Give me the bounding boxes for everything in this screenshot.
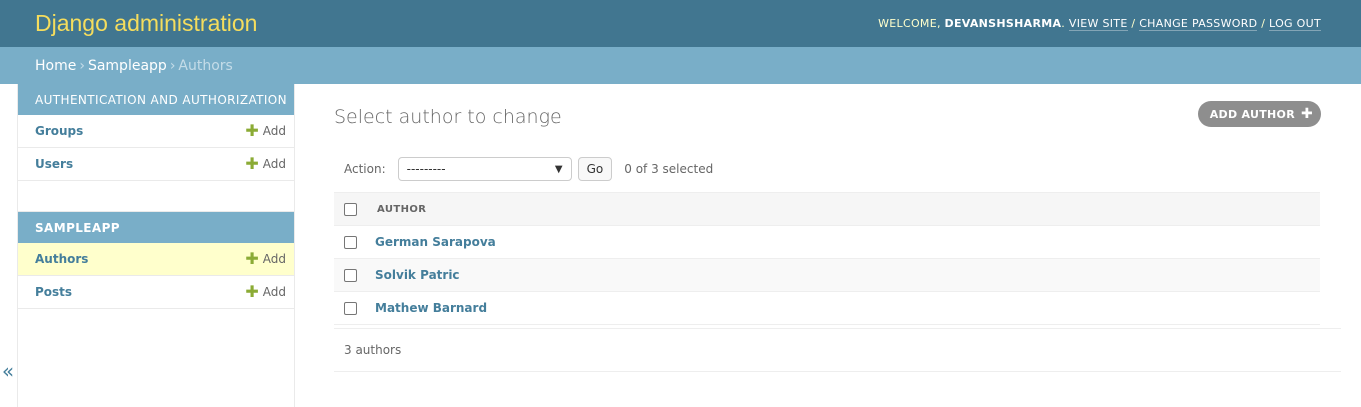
add-label: Add (262, 157, 286, 171)
module-caption-sampleapp[interactable]: SAMPLEAPP (18, 212, 294, 243)
plus-icon: ✚ (245, 249, 259, 268)
breadcrumb-home[interactable]: Home (35, 58, 76, 74)
breadcrumb: Home › Sampleapp › Authors (0, 47, 1361, 84)
go-button[interactable]: Go (577, 157, 613, 181)
table-header: AUTHOR (334, 192, 1320, 226)
author-link[interactable]: German Sarapova (375, 235, 496, 249)
plus-icon: ✚ (245, 154, 259, 173)
column-header-author[interactable]: AUTHOR (377, 204, 426, 215)
row-checkbox[interactable] (344, 268, 357, 282)
action-select-value: --------- (406, 162, 446, 176)
sidebar-item-label[interactable]: Authors (35, 252, 88, 266)
action-label: Action: (344, 162, 386, 176)
row-checkbox[interactable] (344, 301, 357, 315)
user-tools: WELCOME, DEVANSHSHARMA. VIEW SITE / CHAN… (878, 17, 1321, 31)
view-site-link[interactable]: VIEW SITE (1068, 17, 1128, 31)
double-chevron-left-icon: « (1, 359, 15, 383)
author-link[interactable]: Solvik Patric (375, 268, 460, 282)
sidebar-item-authors: Authors ✚ Add (18, 243, 294, 276)
sidebar-item-users: Users ✚ Add (18, 148, 294, 181)
add-label: Add (262, 252, 286, 266)
add-author-label: ADD AUTHOR (1209, 107, 1295, 121)
paginator: 3 authors (334, 328, 1341, 372)
welcome-text: WELCOME, (878, 17, 941, 30)
breadcrumb-current: Authors (178, 57, 233, 74)
breadcrumb-separator: › (169, 57, 176, 74)
module-caption-auth[interactable]: AUTHENTICATION AND AUTHORIZATION (18, 84, 294, 115)
sidebar-item-posts: Posts ✚ Add (18, 276, 294, 309)
module-spacer (18, 181, 294, 212)
change-password-link[interactable]: CHANGE PASSWORD (1139, 17, 1258, 31)
table-row: German Sarapova (334, 226, 1320, 259)
add-label: Add (262, 285, 286, 299)
add-authors-link[interactable]: ✚ Add (245, 251, 286, 267)
action-select[interactable]: --------- ▼ (397, 157, 572, 181)
page-title: Select author to change (334, 106, 562, 128)
result-list: AUTHOR German Sarapova Solvik Patric Mat… (334, 192, 1320, 325)
sidebar-item-label[interactable]: Posts (35, 285, 72, 299)
header: Django administration WELCOME, DEVANSHSH… (0, 0, 1361, 47)
site-branding[interactable]: Django administration (35, 10, 257, 37)
author-link[interactable]: Mathew Barnard (375, 301, 487, 315)
add-posts-link[interactable]: ✚ Add (245, 284, 286, 300)
table-row: Mathew Barnard (334, 292, 1320, 325)
plus-icon: ✚ (245, 121, 259, 140)
row-checkbox[interactable] (344, 235, 357, 249)
add-groups-link[interactable]: ✚ Add (245, 123, 286, 139)
breadcrumb-separator: › (79, 57, 85, 74)
sidebar-item-label[interactable]: Users (35, 157, 73, 171)
table-row: Solvik Patric (334, 259, 1320, 292)
username: DEVANSHSHARMA (944, 17, 1062, 30)
chevron-down-icon: ▼ (554, 163, 563, 175)
select-all-checkbox[interactable] (344, 202, 357, 216)
breadcrumb-app[interactable]: Sampleapp (88, 58, 167, 74)
actions-bar: Action: --------- ▼ Go 0 of 3 selected (334, 157, 713, 181)
add-label: Add (262, 124, 286, 138)
selection-count: 0 of 3 selected (624, 162, 714, 176)
toggle-sidebar-button[interactable]: « (0, 356, 16, 386)
nav-sidebar: AUTHENTICATION AND AUTHORIZATION Groups … (17, 84, 295, 407)
user-tools-separator: / (1261, 17, 1266, 30)
add-users-link[interactable]: ✚ Add (245, 156, 286, 172)
add-author-button[interactable]: ADD AUTHOR ✚ (1197, 101, 1321, 127)
plus-icon: ✚ (1300, 106, 1313, 122)
log-out-link[interactable]: LOG OUT (1269, 17, 1321, 31)
user-tools-separator: / (1131, 17, 1136, 30)
sidebar-item-groups: Groups ✚ Add (18, 115, 294, 148)
sidebar-item-label[interactable]: Groups (35, 124, 83, 138)
plus-icon: ✚ (245, 282, 259, 301)
